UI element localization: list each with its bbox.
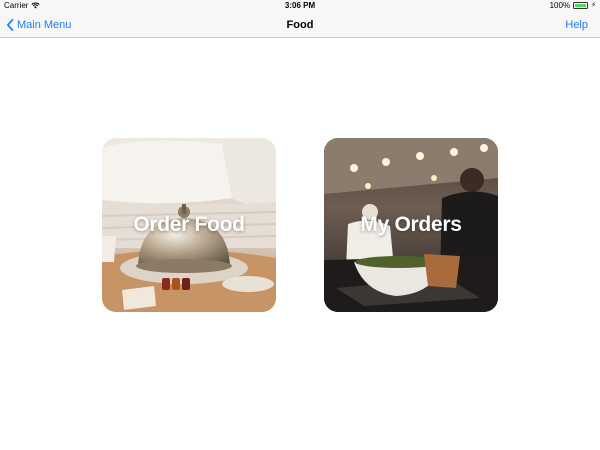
help-button[interactable]: Help (565, 12, 588, 38)
battery-icon (573, 2, 589, 9)
back-button[interactable]: Main Menu (6, 12, 71, 38)
order-food-tile[interactable]: Order Food (102, 138, 276, 312)
my-orders-tile[interactable]: My Orders (324, 138, 498, 312)
page-title: Food (286, 19, 314, 31)
charging-bolt-icon: ⚡ (591, 2, 596, 9)
chevron-left-icon (7, 19, 14, 31)
status-time: 3:06 PM (284, 1, 316, 10)
navigation-bar: Main Menu Food Help (0, 12, 600, 38)
battery-fill (575, 4, 587, 7)
status-right: 100% ⚡ (550, 1, 596, 10)
status-bar: Carrier 3:06 PM 100% ⚡ (0, 0, 600, 12)
battery-percent: 100% (549, 1, 571, 10)
my-orders-label: My Orders (360, 213, 462, 236)
order-food-label: Order Food (133, 213, 245, 236)
back-button-label: Main Menu (17, 19, 72, 31)
